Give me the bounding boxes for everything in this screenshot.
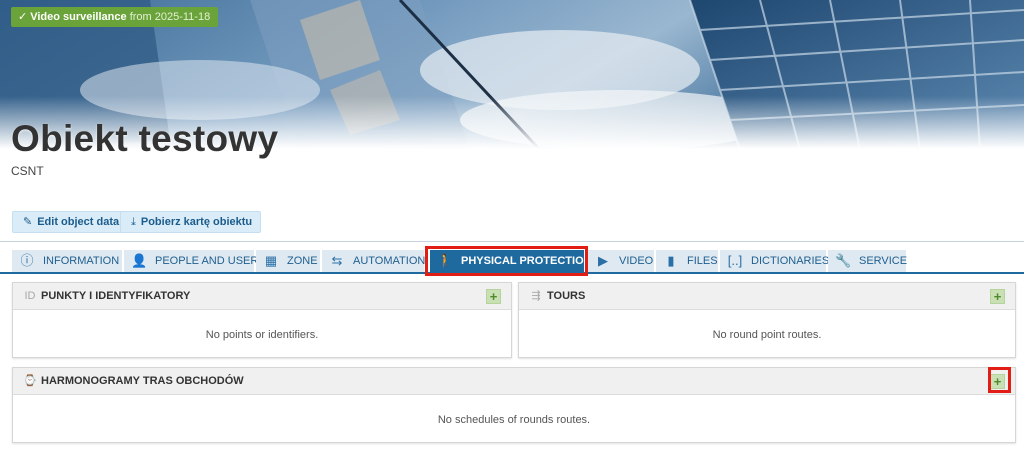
panel-title: PUNKTY I IDENTYFIKATORY bbox=[41, 290, 191, 302]
download-icon: ⤓ bbox=[131, 216, 136, 228]
edit-object-data-button[interactable]: ✎ Edit object data bbox=[12, 211, 129, 233]
tab-zone[interactable]: ▦ ZONE bbox=[256, 250, 320, 272]
download-object-card-button[interactable]: ⤓ Pobierz kartę obiektu bbox=[120, 211, 262, 233]
tab-label: FILES bbox=[687, 255, 718, 267]
tab-label: SERVICE bbox=[859, 255, 908, 267]
empty-message: No points or identifiers. bbox=[205, 329, 319, 341]
tab-label: PHYSICAL PROTECTION bbox=[461, 255, 592, 267]
tab-underline bbox=[0, 272, 1024, 274]
tab-label: INFORMATION bbox=[43, 255, 120, 267]
tab-label: ZONE bbox=[287, 255, 318, 267]
panel-title: HARMONOGRAMY TRAS OBCHODÓW bbox=[41, 375, 244, 387]
info-icon: ⓘ bbox=[20, 253, 34, 268]
empty-message: No round point routes. bbox=[712, 329, 822, 341]
signpost-icon: ⇶ bbox=[531, 290, 541, 302]
tab-dictionaries[interactable]: [..] DICTIONARIES bbox=[720, 250, 830, 272]
panel-header: ⌚ HARMONOGRAMY TRAS OBCHODÓW + bbox=[13, 368, 1015, 395]
object-code: CSNT bbox=[11, 164, 44, 178]
hero-banner: ✓ Video surveillance from 2025-11-18 Obie… bbox=[0, 0, 1024, 240]
add-point-button[interactable]: + bbox=[486, 289, 501, 304]
brackets-icon: [..] bbox=[727, 253, 743, 268]
video-camera-icon: ▶ bbox=[598, 253, 608, 268]
tab-label: VIDEO bbox=[619, 255, 654, 267]
panel-body: No points or identifiers. bbox=[13, 310, 511, 357]
page-title: Obiekt testowy bbox=[11, 118, 279, 159]
automation-icon: ⇆ bbox=[331, 253, 343, 268]
download-object-card-label: Pobierz kartę obiektu bbox=[140, 216, 253, 228]
tab-service[interactable]: 🔧 SERVICE bbox=[828, 250, 908, 272]
panel-title: TOURS bbox=[547, 290, 586, 302]
pencil-icon: ✎ bbox=[23, 216, 33, 228]
check-icon: ✓ bbox=[18, 11, 28, 23]
tab-label: DICTIONARIES bbox=[751, 255, 830, 267]
panel-header: ID PUNKTY I IDENTYFIKATORY + bbox=[13, 283, 511, 310]
add-schedule-button[interactable]: + bbox=[990, 374, 1005, 389]
tab-automation[interactable]: ⇆ AUTOMATION bbox=[322, 250, 426, 272]
zone-icon: ▦ bbox=[264, 253, 278, 268]
panel-header: ⇶ TOURS + bbox=[519, 283, 1015, 310]
tours-panel: ⇶ TOURS + No round point routes. bbox=[518, 282, 1016, 358]
add-tour-button[interactable]: + bbox=[990, 289, 1005, 304]
tab-files[interactable]: ▮ FILES bbox=[656, 250, 718, 272]
panel-body: No schedules of rounds routes. bbox=[13, 395, 1015, 442]
id-icon: ID bbox=[24, 290, 36, 302]
tab-label: PEOPLE AND USERS bbox=[155, 255, 266, 267]
badge-date: from 2025-11-18 bbox=[129, 11, 211, 23]
tab-label: AUTOMATION bbox=[353, 255, 426, 267]
person-icon: 👤 bbox=[131, 253, 148, 268]
round-schedules-panel: ⌚ HARMONOGRAMY TRAS OBCHODÓW + No schedu… bbox=[12, 367, 1016, 443]
service-status-badge: ✓ Video surveillance from 2025-11-18 bbox=[11, 7, 219, 27]
file-icon: ▮ bbox=[667, 253, 675, 268]
walking-person-icon: 🚶 bbox=[437, 253, 454, 268]
tab-video[interactable]: ▶ VIDEO bbox=[588, 250, 654, 272]
tab-information[interactable]: ⓘ INFORMATION bbox=[12, 250, 122, 272]
empty-message: No schedules of rounds routes. bbox=[437, 414, 591, 426]
badge-label: Video surveillance bbox=[30, 11, 127, 23]
panel-body: No round point routes. bbox=[519, 310, 1015, 357]
tab-physical-protection[interactable]: 🚶 PHYSICAL PROTECTION bbox=[430, 250, 592, 272]
points-identifiers-panel: ID PUNKTY I IDENTYFIKATORY + No points o… bbox=[12, 282, 512, 358]
schedule-clock-icon: ⌚ bbox=[23, 375, 37, 387]
wrench-icon: 🔧 bbox=[835, 253, 852, 268]
edit-object-data-label: Edit object data bbox=[37, 216, 120, 228]
tab-people-and-users[interactable]: 👤 PEOPLE AND USERS bbox=[124, 250, 266, 272]
